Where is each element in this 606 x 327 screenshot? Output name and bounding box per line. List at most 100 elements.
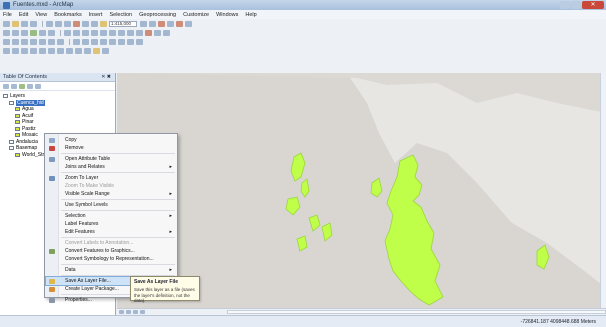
point-icon[interactable] [57, 38, 64, 45]
catalog-icon[interactable] [158, 20, 165, 27]
time-slider-icon[interactable] [163, 29, 170, 36]
layout-view-icon[interactable] [126, 310, 131, 314]
menu-item-data[interactable]: Data ▸ [46, 266, 176, 274]
menu-geoprocessing[interactable]: Geoprocessing [139, 12, 176, 18]
fill-color-icon[interactable] [93, 47, 100, 54]
zoom-in-icon[interactable] [3, 29, 10, 36]
edit-tool-icon[interactable] [12, 38, 19, 45]
save-icon[interactable] [21, 20, 28, 27]
sketch-properties-icon[interactable] [127, 38, 134, 45]
find-icon[interactable] [145, 29, 152, 36]
cut-icon[interactable] [46, 20, 53, 27]
toc-pin-icon[interactable]: ✕ ✖ [101, 73, 111, 82]
menu-file[interactable]: File [3, 12, 12, 18]
map-scale-input[interactable]: 1:415,000 [109, 20, 137, 27]
menu-help[interactable]: Help [245, 12, 256, 18]
layer-checkbox-icon[interactable] [9, 146, 14, 151]
menu-view[interactable]: View [35, 12, 47, 18]
menu-item-convert-symbology-to-representation[interactable]: Convert Symbology to Representation... [46, 255, 176, 263]
open-icon[interactable] [12, 20, 19, 27]
search-icon[interactable] [167, 20, 174, 27]
editor-menu-icon[interactable] [3, 38, 10, 45]
clear-selection-icon[interactable] [91, 29, 98, 36]
maximize-button[interactable] [571, 1, 581, 9]
paste-icon[interactable] [64, 20, 71, 27]
editor-icon[interactable] [140, 20, 147, 27]
menu-selection[interactable]: Selection [109, 12, 132, 18]
back-extent-icon[interactable] [64, 29, 71, 36]
menu-item-convert-features-to-graphics[interactable]: Convert Features to Graphics... [46, 247, 176, 255]
bold-icon[interactable] [66, 47, 73, 54]
edit-vertices-icon[interactable] [73, 38, 80, 45]
forward-extent-icon[interactable] [73, 29, 80, 36]
layer-checkbox-icon[interactable] [3, 94, 8, 99]
text-icon[interactable] [39, 47, 46, 54]
rotate-icon[interactable] [109, 38, 116, 45]
font-name-icon[interactable] [48, 47, 55, 54]
menu-bookmarks[interactable]: Bookmarks [54, 12, 82, 18]
cut-polygons-icon[interactable] [91, 38, 98, 45]
map-view[interactable] [117, 73, 606, 308]
select-graphics-icon[interactable] [12, 47, 19, 54]
menu-insert[interactable]: Insert [89, 12, 103, 18]
menu-windows[interactable]: Windows [216, 12, 238, 18]
html-popup-icon[interactable] [127, 29, 134, 36]
arctoolbox-icon[interactable] [176, 20, 183, 27]
pause-drawing-icon[interactable] [140, 310, 145, 314]
trace-icon[interactable] [48, 38, 55, 45]
layer-checkbox-icon[interactable] [9, 139, 14, 144]
data-view-icon[interactable] [119, 310, 124, 314]
menu-item-joins-and-relates[interactable]: Joins and Relates ▸ [46, 163, 176, 171]
hyperlink-icon[interactable] [118, 29, 125, 36]
redo-icon[interactable] [91, 20, 98, 27]
print-icon[interactable] [30, 20, 37, 27]
map-vertical-scrollbar[interactable] [600, 73, 606, 308]
menu-item-label-features[interactable]: Label Features [46, 220, 176, 228]
fixed-zoom-icon[interactable] [39, 29, 46, 36]
go-to-xy-icon[interactable] [154, 29, 161, 36]
full-extent-icon[interactable] [30, 29, 37, 36]
pan-icon[interactable] [21, 29, 28, 36]
menu-item-zoom-to-layer[interactable]: Zoom To Layer [46, 174, 176, 182]
attributes-icon[interactable] [118, 38, 125, 45]
menu-item-use-symbol-levels[interactable]: Use Symbol Levels [46, 201, 176, 209]
draw-menu-icon[interactable] [3, 47, 10, 54]
copy-icon[interactable] [55, 20, 62, 27]
layer-checkbox-icon[interactable] [9, 100, 14, 105]
select-features-icon[interactable] [82, 29, 89, 36]
menu-item-visible-scale-range[interactable]: Visible Scale Range ▸ [46, 190, 176, 198]
edit-annotation-icon[interactable] [21, 38, 28, 45]
close-button[interactable]: ✕ [582, 1, 604, 9]
map-canvas[interactable] [117, 73, 606, 308]
reshape-icon[interactable] [82, 38, 89, 45]
add-data-icon[interactable] [100, 20, 107, 27]
list-by-visibility-icon[interactable] [19, 83, 25, 89]
measure-icon[interactable] [136, 29, 143, 36]
list-by-source-icon[interactable] [11, 83, 17, 89]
table-of-contents-icon[interactable] [149, 20, 156, 27]
menu-item-edit-features[interactable]: Edit Features ▸ [46, 228, 176, 236]
menu-item-selection[interactable]: Selection ▸ [46, 212, 176, 220]
identify-icon[interactable] [109, 29, 116, 36]
line-color-icon[interactable] [102, 47, 109, 54]
underline-icon[interactable] [84, 47, 91, 54]
options-icon[interactable] [35, 83, 41, 89]
font-size-icon[interactable] [57, 47, 64, 54]
map-horizontal-scrollbar[interactable] [227, 310, 606, 314]
rotate-graphics-icon[interactable] [21, 47, 28, 54]
minimize-button[interactable] [560, 1, 570, 9]
list-by-drawing-order-icon[interactable] [3, 83, 9, 89]
rectangle-icon[interactable] [30, 47, 37, 54]
menu-edit[interactable]: Edit [19, 12, 28, 18]
end-point-arc-icon[interactable] [39, 38, 46, 45]
refresh-icon[interactable] [133, 310, 138, 314]
zoom-out-icon[interactable] [12, 29, 19, 36]
delete-icon[interactable] [73, 20, 80, 27]
list-by-selection-icon[interactable] [27, 83, 33, 89]
new-map-icon[interactable] [3, 20, 10, 27]
menu-item-copy[interactable]: Copy [46, 136, 176, 144]
menu-item-open-attribute-table[interactable]: Open Attribute Table [46, 155, 176, 163]
python-icon[interactable] [185, 20, 192, 27]
straight-segment-icon[interactable] [30, 38, 37, 45]
italic-icon[interactable] [75, 47, 82, 54]
